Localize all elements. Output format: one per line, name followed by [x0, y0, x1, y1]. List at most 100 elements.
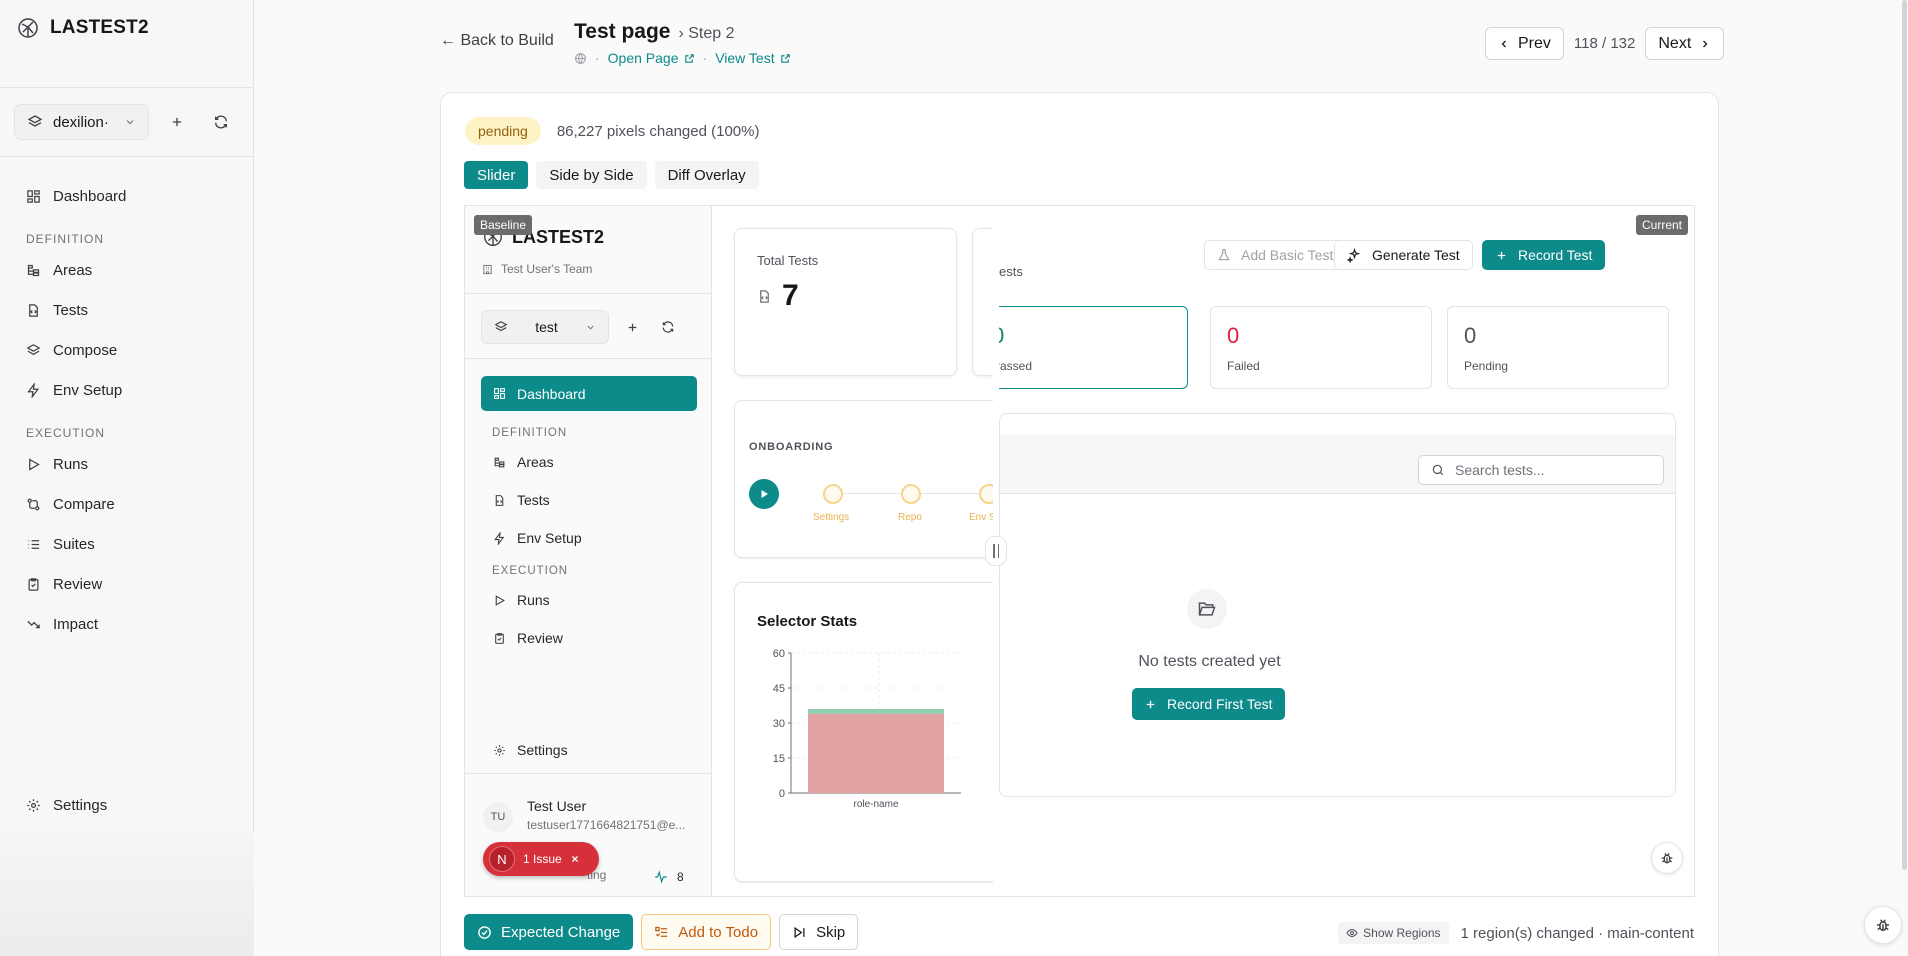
sidebar-item-suites[interactable]: Suites	[0, 524, 254, 564]
slider-handle[interactable]	[985, 536, 1007, 566]
zap-icon	[26, 382, 41, 398]
baseline-nav-dashboard: Dashboard	[481, 376, 697, 411]
current-view: ests Add Basic Tests Generate Test Recor…	[999, 206, 1694, 896]
play-icon	[493, 594, 506, 607]
show-regions-button[interactable]: Show Regions	[1338, 922, 1449, 944]
sidebar-item-review[interactable]: Review	[0, 564, 254, 604]
baseline-settings-wrap: Settings	[481, 731, 697, 769]
pager-count: 118 / 132	[1573, 35, 1636, 52]
baseline-nav-runs: Runs	[481, 581, 697, 619]
sidebar-item-compose[interactable]: Compose	[0, 330, 254, 370]
scrollbar-thumb[interactable]	[1902, 0, 1907, 870]
env-value: dexilion·	[53, 113, 109, 131]
next-button[interactable]: Next	[1645, 27, 1725, 60]
close-icon	[570, 854, 580, 864]
globe-icon	[574, 52, 587, 65]
prev-label: Prev	[1518, 34, 1551, 52]
expected-change-button[interactable]: Expected Change	[464, 914, 634, 950]
pager: Prev 118 / 132 Next	[1485, 27, 1725, 60]
sidebar-item-env-setup[interactable]: Env Setup	[0, 370, 254, 410]
baseline-nav-settings: Settings	[481, 731, 697, 769]
sidebar-item-impact[interactable]: Impact	[0, 604, 254, 644]
git-compare-icon	[26, 497, 41, 512]
stat-pending-value: 0	[1464, 323, 1477, 348]
section-execution: EXECUTION	[26, 426, 106, 440]
sidebar-item-runs[interactable]: Runs	[0, 444, 254, 484]
diff-card: pending 86,227 pixels changed (100%) Sli…	[440, 92, 1719, 956]
tab-side-by-side[interactable]: Side by Side	[536, 161, 647, 189]
divider	[465, 773, 712, 774]
next-label: Next	[1658, 34, 1692, 52]
open-page-link[interactable]: Open Page	[608, 50, 695, 66]
slider-viewer[interactable]: Baseline Current LASTEST2 Test User's Te…	[464, 205, 1695, 897]
selector-stats-card: Selector Stats 0 15 30 45 60 role-name	[734, 582, 1014, 882]
app-sidebar: LASTEST2 dexilion· Dashboard DEFINITION …	[0, 0, 254, 956]
sidebar-item-dashboard[interactable]: Dashboard	[0, 176, 254, 216]
building-icon	[482, 264, 493, 275]
clipboard-check-icon	[26, 577, 41, 592]
stat-passed-value: 0	[999, 323, 1004, 349]
record-first-label: Record First Test	[1167, 696, 1273, 712]
bug-report-floating-button[interactable]	[1864, 906, 1902, 944]
back-to-build-link[interactable]: ← Back to Build	[440, 32, 554, 50]
avatar: TU	[483, 802, 513, 832]
page-title: Test page	[574, 20, 671, 43]
add-basic-label: Add Basic Tests	[1241, 247, 1341, 263]
chevron-right-icon	[1699, 38, 1711, 50]
baseline-nav-tests: Tests	[481, 481, 697, 519]
baseline-user: TU Test User testuser1771664821751@e...	[483, 798, 685, 832]
refresh-icon	[213, 114, 229, 130]
prev-button[interactable]: Prev	[1485, 27, 1564, 60]
onboarding-card: ONBOARDING Settings Repo Env S	[734, 400, 1014, 558]
skip-button[interactable]: Skip	[779, 914, 859, 950]
list-todo-icon	[654, 925, 669, 940]
sidebar-item-settings[interactable]: Settings	[0, 785, 254, 825]
tab-diff-overlay[interactable]: Diff Overlay	[654, 161, 759, 189]
view-test-link[interactable]: View Test	[715, 50, 790, 66]
layers-icon	[26, 343, 41, 358]
dashboard-icon	[26, 189, 41, 204]
separator: ·	[702, 50, 708, 66]
gear-icon	[26, 798, 41, 813]
divider	[465, 358, 712, 359]
page-scrollbar[interactable]	[1900, 0, 1908, 870]
sidebar-footer	[0, 832, 254, 956]
view-test-label: View Test	[715, 50, 775, 66]
stat-failed-label: Failed	[1227, 359, 1260, 373]
nav-label: Runs	[517, 592, 550, 608]
step-label: › Step 2	[678, 25, 735, 42]
sidebar-item-label: Dashboard	[53, 187, 127, 205]
env-select[interactable]: dexilion·	[14, 104, 149, 140]
refresh-button[interactable]	[205, 106, 237, 138]
title-block: Test page › Step 2 · Open Page · View Te…	[574, 20, 791, 66]
bug-icon	[1659, 850, 1675, 866]
chevron-down-icon	[585, 322, 596, 333]
flask-icon	[1217, 248, 1231, 262]
add-env-button[interactable]	[161, 106, 193, 138]
tree-icon	[26, 263, 41, 278]
onboarding-step-name: Repo	[898, 512, 922, 523]
baseline-env-select: test	[481, 310, 609, 344]
record-first-test-button: Record First Test	[1132, 688, 1285, 720]
sidebar-item-areas[interactable]: Areas	[0, 250, 254, 290]
plus-icon	[1144, 698, 1157, 711]
skip-label: Skip	[816, 923, 846, 941]
sidebar-item-tests[interactable]: Tests	[0, 290, 254, 330]
add-to-todo-button[interactable]: Add to Todo	[641, 914, 772, 950]
total-tests-value: 7	[757, 279, 799, 313]
baseline-nav-env-setup: Env Setup	[481, 519, 697, 557]
brand[interactable]: LASTEST2	[16, 16, 149, 40]
skip-forward-icon	[792, 925, 807, 940]
nav-label: Dashboard	[517, 385, 586, 402]
file-code-icon	[757, 289, 772, 304]
divider	[465, 293, 712, 294]
total-tests-number: 7	[782, 279, 799, 312]
sidebar-item-compare[interactable]: Compare	[0, 484, 254, 524]
tab-slider[interactable]: Slider	[464, 161, 529, 189]
sidebar-item-label: Compare	[53, 495, 115, 513]
sidebar-item-label: Settings	[53, 796, 108, 814]
baseline-activity: 8	[653, 870, 684, 884]
stat-pending-label: Pending	[1464, 359, 1509, 373]
tree-icon	[493, 456, 506, 469]
nav-label: Review	[517, 630, 563, 646]
